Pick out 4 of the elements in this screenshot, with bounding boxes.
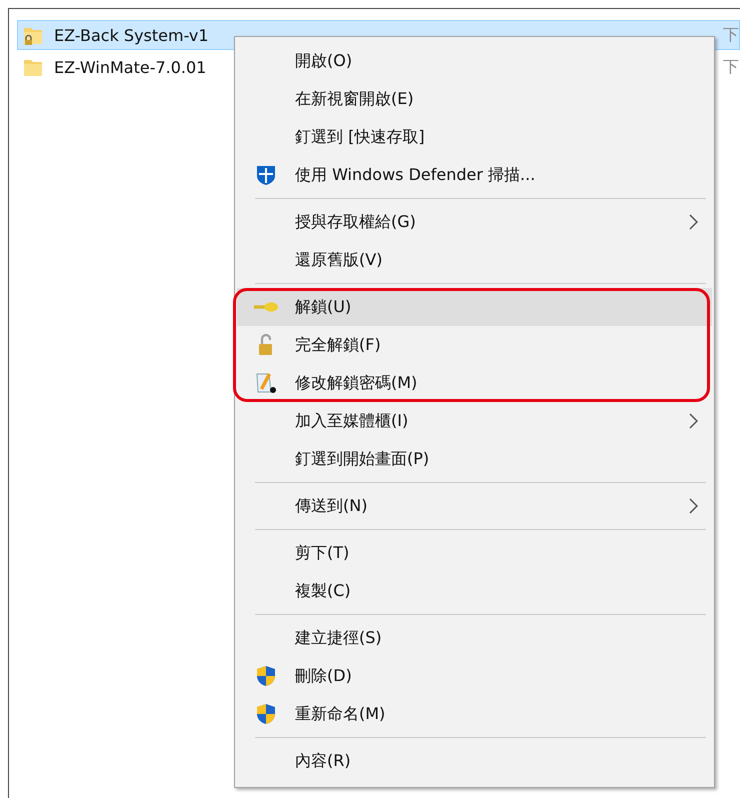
file-name: EZ-Back System-v1 xyxy=(54,26,209,44)
file-name: EZ-WinMate-7.0.01 xyxy=(54,58,206,76)
file-type-text: 下 xyxy=(723,24,739,46)
file-type-text: 下 xyxy=(723,56,739,78)
